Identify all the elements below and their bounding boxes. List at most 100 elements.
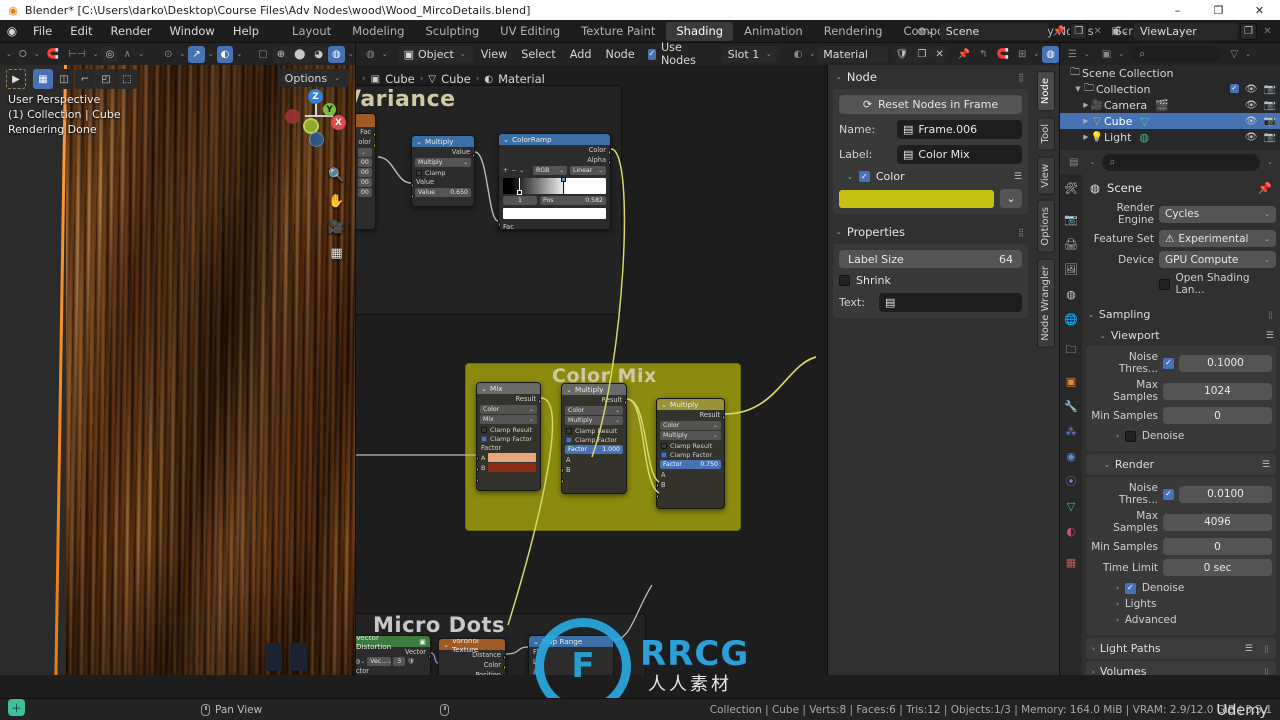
outliner-editor-type-chevron[interactable]: ⌄ [1082,50,1092,58]
node-multiply-mix-2-datatype[interactable]: Color [660,421,721,430]
node-name-input[interactable]: ▤ Frame.006 [897,120,1022,139]
socket-value-in-1[interactable] [412,183,414,188]
disclosure-triangle-icon[interactable]: ▶ [1082,117,1090,125]
node-multiply-mix-1-datatype[interactable]: Color [565,406,623,415]
node-multiply-value-operation[interactable]: Multiply [415,158,471,167]
chevron-down-icon[interactable]: ⌄ [836,228,842,236]
material-prop-icon[interactable]: ◐ [1063,523,1079,539]
reset-nodes-in-frame-button[interactable]: ⟳ Reset Nodes in Frame [839,95,1022,114]
menu-help[interactable]: Help [224,20,268,43]
render-icon[interactable]: 📷 [1063,211,1079,227]
pin-node-tree-icon[interactable]: 📌 [954,46,974,63]
panel-grip[interactable]: ⣿ [1264,668,1270,676]
node-group-icon[interactable]: ▣ [419,637,426,646]
chevron-down-icon[interactable]: ⌄ [1104,461,1110,469]
node-colorramp-interpolation[interactable]: Linear [570,166,606,175]
shading-solid-icon[interactable]: ⊕ [272,45,290,63]
node-mix-color-swatch-a[interactable] [488,453,536,462]
viewport-denoise-checkbox[interactable] [1124,430,1136,442]
node-mix-color-clamp-result[interactable]: Clamp Result [477,425,540,434]
node-partial-left-v2[interactable]: 00 [358,168,372,177]
breadcrumb-object[interactable]: Cube [385,72,415,86]
animate-property-icon[interactable]: ☰ [1014,172,1022,182]
node-multiply-mix-2-clamp-result[interactable]: Clamp Result [657,441,724,450]
scene-browse-icon[interactable]: ◍⌄ [915,26,938,37]
transform-orientation-chevron[interactable]: ⌄ [32,50,42,58]
shading-rendered-icon[interactable]: ◕ [310,45,328,63]
show-overlays-icon[interactable]: ↗ [188,45,205,63]
editor-type-chevron[interactable]: ⌄ [4,50,14,58]
outliner-display-mode-icon[interactable]: ▣ [1098,46,1115,63]
render-section-header[interactable]: ⌄ Render ☰ [1086,454,1276,475]
shading-preview-icon[interactable]: ◍ [328,45,345,63]
collection-prop-icon[interactable]: 🗀 [1063,342,1079,358]
gizmo-axis-z[interactable]: Z [308,89,323,104]
delete-scene-button[interactable]: ✕ [1089,23,1106,40]
remove-stop-icon[interactable]: − [511,167,516,174]
disclosure-triangle-icon[interactable]: ▶ [1082,133,1090,141]
render-denoise-row[interactable]: › ✓ Denoise [1090,582,1272,594]
preset-list-icon[interactable]: ☰ [1245,644,1253,654]
taskbar-add-badge[interactable]: ＋ [8,699,25,716]
clamp-factor-checkbox[interactable] [661,451,667,458]
menu-render[interactable]: Render [102,20,161,43]
annotate-icon[interactable]: ⬚ [117,69,137,89]
tab-node[interactable]: Node [1037,71,1055,112]
tab-layout[interactable]: Layout [282,22,341,41]
show-gizmo-icon[interactable]: ⊙ [160,46,176,63]
tab-uv-editing[interactable]: UV Editing [490,22,570,41]
osl-checkbox[interactable] [1159,278,1170,290]
overlay-node-icon[interactable]: ◍ [1042,45,1059,63]
viewport-options-button[interactable]: Options ⌄ [277,69,349,87]
pin-icon[interactable]: 📌 [1258,181,1272,195]
node-multiply-mix-1-clamp-factor[interactable]: Clamp Factor [562,435,626,444]
node-multiply-mix-2-factor[interactable]: Factor 0.750 [660,460,721,469]
node-vector-distortion[interactable]: Vector Distortion ▣ Vector ◍⌄ Vec... 3 🛡… [356,635,431,675]
node-section-header[interactable]: ⌄ Node ⣿ [828,65,1033,89]
gizmo-chevron[interactable]: ⌄ [178,50,188,58]
circle-select-icon[interactable]: ◫ [54,69,74,89]
pivot-point-icon[interactable]: ◎ [101,45,119,63]
world-icon[interactable]: 🌐 [1063,311,1079,327]
socket-distance-out[interactable] [503,655,505,660]
chevron-down-icon[interactable]: ⌄ [1100,332,1106,340]
node-editor-type-chevron[interactable]: ⌄ [380,50,390,58]
proportional-chevron[interactable]: ⌄ [136,50,146,58]
collapse-chevron-icon[interactable]: ⌄ [443,640,449,649]
chevron-right-icon[interactable]: › [1116,616,1119,624]
chevron-right-icon[interactable]: › [1092,668,1095,676]
node-menu-select[interactable]: Select [514,48,563,61]
snap-node-icon[interactable]: 🧲 [993,46,1013,63]
chevron-down-icon[interactable]: ⌄ [847,173,853,181]
outliner[interactable]: 🗀 Scene Collection ▼ 🗀 Collection ✓ 👁 📷 … [1060,65,1280,150]
navigation-gizmo[interactable]: Z Y X [285,87,346,147]
node-color-checkbox[interactable]: ✓ [858,171,870,182]
socket-vector-out[interactable] [428,654,430,659]
node-group-browse-icon[interactable]: ◍⌄ [356,658,365,665]
eye-icon[interactable]: 👁 [1245,84,1258,95]
outliner-filter-icon[interactable]: ▽ [1226,46,1242,63]
eye-icon[interactable]: 👁 [1245,116,1258,127]
panel-grip[interactable]: ⣿ [1264,645,1270,653]
eye-icon[interactable]: 👁 [1245,132,1258,143]
camera-render-icon[interactable]: 📷 [1264,100,1276,111]
duplicate-material-icon[interactable]: ❐ [913,45,931,63]
chevron-right-icon[interactable]: › [1116,584,1119,592]
menu-window[interactable]: Window [160,20,223,43]
tab-animation[interactable]: Animation [734,22,813,41]
tweak-icon[interactable]: ◰ [96,69,116,89]
gizmo-axis-neg-x[interactable] [285,109,300,124]
go-parent-icon[interactable]: ↰ [975,46,991,63]
proportional-edit-icon[interactable]: ∧ [119,46,135,63]
menu-file[interactable]: File [24,20,61,43]
cursor-select-icon[interactable]: ▶ [6,69,26,89]
device-dropdown[interactable]: GPU Compute ⌄ [1159,251,1276,268]
viewport-noise-threshold-checkbox[interactable]: ✓ [1163,357,1174,369]
node-partial-left-v3[interactable]: 00 [358,178,372,187]
object-prop-icon[interactable]: ▣ [1063,373,1079,389]
light-paths-section[interactable]: › Light Paths ☰ ⣿ [1086,638,1276,659]
properties-editor[interactable]: ▤ ⌄ ⌕ ⌄ 🛠 📷 🖨 🖼 ◍ 🌐 🗀 ▣ 🔧 ⁂ ◉ ⦿ ▽ ◐ ▦ ◍ … [1060,150,1280,675]
node-colorramp-pos[interactable]: Pos 0.582 [540,196,606,205]
viewlayer-icon[interactable]: 🖼 [1063,261,1079,277]
socket-result-out[interactable] [538,399,540,404]
